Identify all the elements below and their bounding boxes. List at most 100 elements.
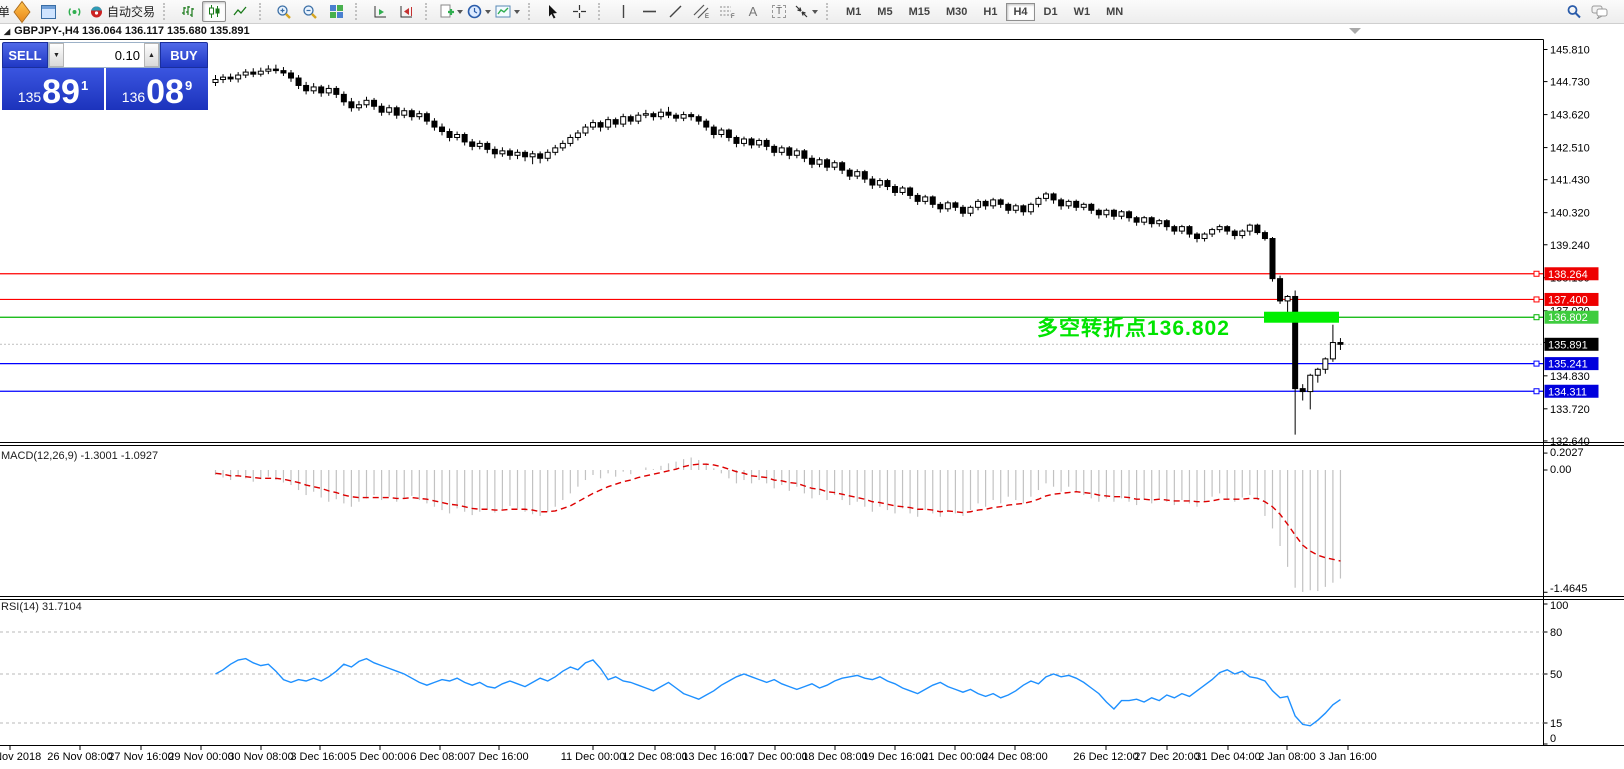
- autotrading-label: 自动交易: [107, 5, 156, 19]
- candle-body: [627, 116, 634, 122]
- tab-timeframe-d1[interactable]: D1: [1037, 3, 1065, 21]
- candle-body: [393, 107, 400, 116]
- dropdown-caret-icon: [514, 9, 521, 14]
- chart-shift-button[interactable]: [394, 1, 418, 22]
- buy-price-int: 136: [121, 89, 146, 105]
- volume-decrease-button[interactable]: ▼: [49, 43, 64, 67]
- time-axis-label: 2 Jan 08:00: [1258, 751, 1316, 763]
- tile-windows-button[interactable]: [324, 1, 348, 22]
- candle-body: [1110, 209, 1117, 217]
- candle-body: [1073, 200, 1080, 208]
- toolbar-separator: [163, 3, 170, 20]
- search-button[interactable]: [1562, 1, 1586, 22]
- trendline-icon: [669, 5, 682, 18]
- tab-timeframe-mn[interactable]: MN: [1099, 3, 1130, 21]
- orange-box-button[interactable]: [10, 0, 34, 23]
- candle-body: [522, 151, 529, 158]
- tab-timeframe-w1[interactable]: W1: [1067, 3, 1098, 21]
- fibonacci-tool-button[interactable]: F: [715, 1, 739, 22]
- candle-body: [212, 79, 219, 83]
- new-chart-button[interactable]: [438, 1, 464, 22]
- arrow-objects-button[interactable]: [793, 1, 819, 22]
- candle-body: [839, 162, 846, 171]
- candle-body: [1080, 203, 1087, 208]
- level-end-marker: [1533, 296, 1540, 303]
- period-clock-button[interactable]: [466, 1, 492, 22]
- candle-body: [1284, 295, 1291, 302]
- scroll-to-end-icon: [374, 6, 386, 18]
- line-chart-type-button[interactable]: [228, 1, 252, 22]
- candlestick-chart-type-button[interactable]: [202, 1, 227, 22]
- autotrading-button[interactable]: 自动交易: [88, 1, 156, 22]
- candle-body: [793, 150, 800, 156]
- chart-shift-marker-icon[interactable]: [1349, 28, 1361, 34]
- sell-price-button[interactable]: 135 89 1: [2, 68, 104, 110]
- tab-timeframe-m5[interactable]: M5: [870, 3, 899, 21]
- vertical-line-tool-button[interactable]: [611, 1, 635, 22]
- auto-scroll-button[interactable]: [368, 1, 392, 22]
- chat-button[interactable]: [1588, 1, 1612, 22]
- trendline-tool-button[interactable]: [663, 1, 687, 22]
- candle-body: [741, 138, 747, 144]
- buy-button[interactable]: BUY: [160, 42, 208, 68]
- candle-body: [756, 139, 763, 146]
- cursor-tool-button[interactable]: [541, 1, 565, 22]
- chart-text-annotation[interactable]: 多空转折点136.802: [1037, 312, 1230, 342]
- equidistant-channel-tool-button[interactable]: E: [689, 1, 713, 22]
- data-window-icon: [40, 4, 56, 19]
- candle-body: [657, 111, 664, 118]
- data-window-button[interactable]: [36, 1, 60, 22]
- bar-chart-type-button[interactable]: [176, 1, 200, 22]
- candle-body: [710, 126, 717, 135]
- zoom-in-button[interactable]: [272, 1, 296, 22]
- candle-body: [861, 171, 868, 180]
- indicators-button[interactable]: [494, 1, 521, 22]
- sell-button[interactable]: SELL: [2, 42, 48, 68]
- candle-body: [650, 113, 657, 118]
- signal-button[interactable]: [62, 1, 86, 22]
- dropdown-caret-icon: [812, 9, 819, 14]
- time-axis-label: 27 Nov 16:00: [108, 751, 173, 763]
- candle-body: [1261, 232, 1268, 240]
- volume-input[interactable]: [64, 43, 144, 67]
- text-label-tool-button[interactable]: T: [767, 1, 791, 22]
- price-tag-label: 135.241: [1548, 359, 1588, 371]
- time-axis-label: 17 Dec 00:00: [742, 751, 807, 763]
- zoom-out-button[interactable]: [298, 1, 322, 22]
- tab-timeframe-h1[interactable]: H1: [976, 3, 1004, 21]
- text-tool-button[interactable]: A: [741, 1, 765, 22]
- tab-timeframe-m30[interactable]: M30: [939, 3, 974, 21]
- candle-body: [597, 122, 604, 128]
- price-axis-label: 140.320: [1550, 208, 1590, 220]
- crosshair-tool-button[interactable]: [567, 1, 591, 22]
- buy-price-frac: 9: [184, 78, 193, 93]
- candle-body: [1035, 197, 1042, 205]
- candle-body: [869, 178, 876, 186]
- buy-price-button[interactable]: 136 08 9: [106, 68, 208, 110]
- candle-body: [808, 157, 815, 165]
- candle-body: [1216, 226, 1223, 231]
- horizontal-line-tool-button[interactable]: [637, 1, 661, 22]
- tab-timeframe-h4[interactable]: H4: [1006, 2, 1035, 21]
- candle-body: [1307, 374, 1314, 393]
- candle-body: [371, 99, 378, 107]
- sell-price-pips: 89: [42, 73, 80, 112]
- candle-body: [355, 104, 362, 109]
- candle-body: [227, 76, 234, 80]
- candle-body: [635, 114, 642, 122]
- chart-canvas[interactable]: 145.810 144.730 143.620 142.510 141.430 140.3…: [0, 0, 1624, 769]
- volume-increase-button[interactable]: ▲: [144, 43, 159, 67]
- candle-body: [952, 202, 959, 208]
- candle-body: [506, 150, 513, 156]
- new-order-button[interactable]: 单: [0, 3, 9, 20]
- new-order-partial-label: 单: [0, 5, 9, 19]
- macd-axis-label: 0.00: [1550, 464, 1571, 476]
- candle-body: [1148, 217, 1155, 225]
- tab-timeframe-m1[interactable]: M1: [839, 3, 868, 21]
- candle-body: [280, 70, 287, 74]
- candle-body: [272, 68, 279, 72]
- candle-body: [325, 87, 332, 94]
- candle-body: [310, 86, 317, 92]
- rsi-line: [215, 657, 1341, 727]
- tab-timeframe-m15[interactable]: M15: [902, 3, 937, 21]
